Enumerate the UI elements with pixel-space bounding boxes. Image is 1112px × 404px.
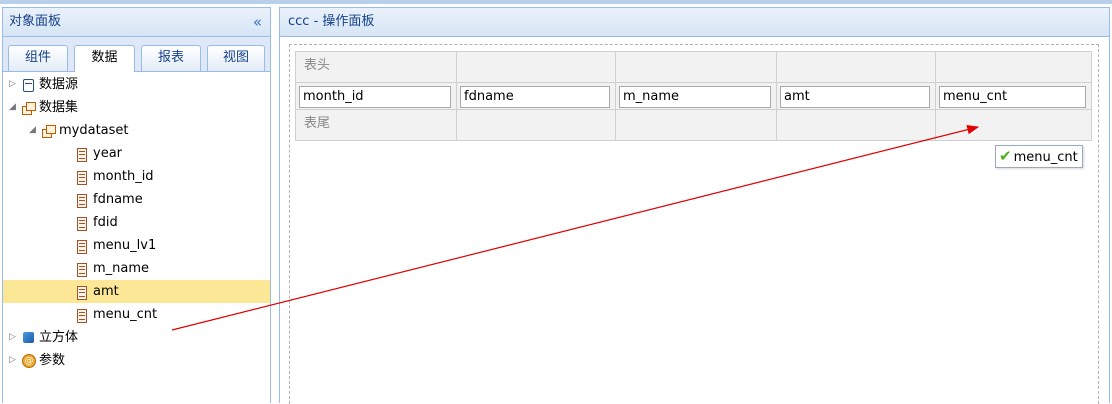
parameter-icon: @	[22, 354, 36, 368]
field-item-year[interactable]: year	[3, 142, 270, 165]
dataset-icon	[22, 102, 36, 115]
field-item-amt[interactable]: amt	[3, 280, 270, 303]
data-cell: month_id	[295, 82, 457, 110]
footer-label-cell[interactable]: 表尾	[295, 109, 457, 141]
field-label: fdname	[93, 192, 143, 207]
object-panel-title: 对象面板	[9, 14, 62, 29]
tree-item-datasource[interactable]: ▷ 数据源	[3, 73, 270, 96]
tab-views[interactable]: 视图	[207, 45, 265, 71]
data-cell: menu_cnt	[935, 82, 1092, 110]
tree-item-label: 数据源	[39, 77, 79, 92]
footer-cell[interactable]	[615, 109, 777, 141]
footer-cell[interactable]	[456, 109, 616, 141]
collapse-arrow-icon[interactable]: ◢	[29, 119, 39, 142]
object-panel: 对象面板 « 组件 数据 报表 视图 ▷ 数据源 ◢ 数据集 ◢ mydatas…	[2, 7, 271, 403]
collapse-icon[interactable]: «	[253, 8, 262, 36]
tree-item-mydataset[interactable]: ◢ mydataset	[3, 119, 270, 142]
field-label: m_name	[93, 261, 150, 276]
field-icon	[77, 194, 87, 208]
column-field-amt[interactable]: amt	[780, 86, 930, 108]
field-icon	[77, 217, 87, 231]
collapse-arrow-icon[interactable]: ◢	[9, 96, 19, 119]
design-canvas[interactable]: 表头 month_id fdname m_name amt menu_cnt 表…	[289, 44, 1099, 404]
footer-cell[interactable]	[935, 109, 1092, 141]
field-icon	[77, 286, 87, 300]
operation-panel: ccc - 操作面板 表头 month_id fdname m_name amt…	[279, 7, 1110, 404]
top-border	[0, 0, 1112, 4]
tree-item-dataset[interactable]: ◢ 数据集	[3, 96, 270, 119]
tree-item-label: 立方体	[39, 330, 79, 345]
header-label-cell[interactable]: 表头	[295, 51, 457, 83]
field-item-month-id[interactable]: month_id	[3, 165, 270, 188]
database-icon	[23, 79, 34, 92]
field-item-menu-lv1[interactable]: menu_lv1	[3, 234, 270, 257]
object-panel-header: 对象面板 «	[3, 8, 270, 37]
data-cell: amt	[776, 82, 936, 110]
tab-data[interactable]: 数据	[74, 45, 135, 72]
data-cell: m_name	[615, 82, 777, 110]
field-item-m-name[interactable]: m_name	[3, 257, 270, 280]
tree-item-label: 参数	[39, 353, 66, 368]
field-icon	[77, 148, 87, 162]
drag-proxy: ✔ menu_cnt	[995, 145, 1083, 168]
drag-proxy-label: menu_cnt	[1013, 150, 1078, 165]
operation-panel-title: ccc - 操作面板	[288, 14, 375, 29]
field-label: month_id	[93, 169, 154, 184]
operation-panel-header: ccc - 操作面板	[280, 8, 1109, 37]
field-icon	[77, 309, 87, 323]
header-cell[interactable]	[935, 51, 1092, 83]
data-tree: ▷ 数据源 ◢ 数据集 ◢ mydataset year month_id fd…	[3, 72, 270, 402]
field-icon	[77, 171, 87, 185]
expand-arrow-icon[interactable]: ▷	[9, 73, 19, 96]
tab-components[interactable]: 组件	[8, 45, 68, 71]
field-label: amt	[93, 284, 119, 299]
column-field-menu-cnt[interactable]: menu_cnt	[939, 86, 1086, 108]
field-item-menu-cnt[interactable]: menu_cnt	[3, 303, 270, 326]
tree-item-params[interactable]: ▷ @ 参数	[3, 349, 270, 372]
header-cell[interactable]	[776, 51, 936, 83]
expand-arrow-icon[interactable]: ▷	[9, 326, 19, 349]
field-label: menu_cnt	[93, 307, 158, 322]
data-cell: fdname	[456, 82, 616, 110]
column-field-m-name[interactable]: m_name	[619, 86, 771, 108]
header-cell[interactable]	[615, 51, 777, 83]
dataset-icon	[42, 125, 56, 138]
panel-tabs: 组件 数据 报表 视图	[3, 37, 270, 72]
cube-icon	[23, 332, 34, 343]
header-cell[interactable]	[456, 51, 616, 83]
footer-cell[interactable]	[776, 109, 936, 141]
field-icon	[77, 263, 87, 277]
field-label: year	[93, 146, 123, 161]
tree-item-label: 数据集	[39, 100, 79, 115]
checkmark-icon: ✔	[999, 147, 1012, 165]
expand-arrow-icon[interactable]: ▷	[9, 349, 19, 372]
field-label: fdid	[93, 215, 118, 230]
column-field-fdname[interactable]: fdname	[460, 86, 610, 108]
tree-item-label: mydataset	[59, 123, 129, 138]
tab-reports[interactable]: 报表	[141, 45, 201, 71]
column-field-month-id[interactable]: month_id	[299, 86, 451, 108]
field-icon	[77, 240, 87, 254]
field-item-fdid[interactable]: fdid	[3, 211, 270, 234]
tree-item-cube[interactable]: ▷ 立方体	[3, 326, 270, 349]
field-item-fdname[interactable]: fdname	[3, 188, 270, 211]
field-label: menu_lv1	[93, 238, 157, 253]
